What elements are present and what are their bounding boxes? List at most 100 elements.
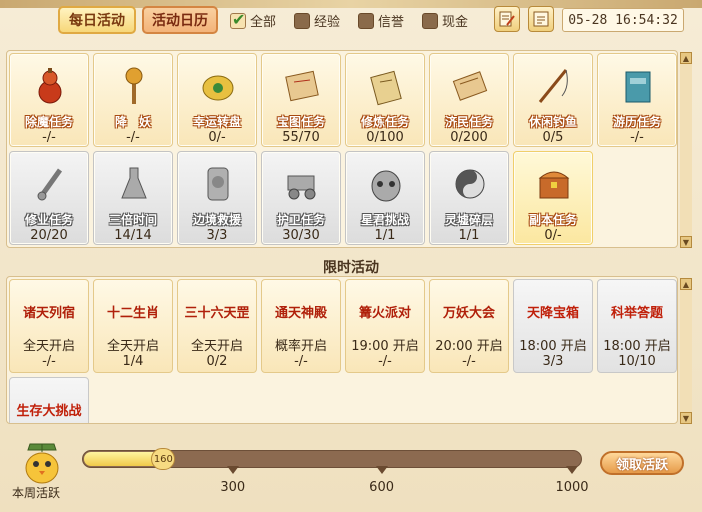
activity-name: 灵墟碎层: [444, 213, 493, 227]
milestone-marker-icon: [566, 466, 578, 474]
activity-progress: 30/30: [282, 228, 320, 243]
weekly-activity-label: 本周活跃: [12, 486, 61, 500]
limited-activity-card[interactable]: 科举答题 18:00 开启 10/10: [597, 279, 677, 373]
scroll-down-icon[interactable]: ▼: [680, 412, 692, 424]
activity-card[interactable]: 护卫任务 30/30: [261, 151, 341, 245]
wheel-icon: [200, 64, 236, 108]
limited-activity-card[interactable]: 万妖大会 20:00 开启 -/-: [429, 279, 509, 373]
activity-name: 幸运转盘: [192, 115, 241, 129]
limited-activity-time: 全天开启: [106, 339, 159, 354]
filter-all[interactable]: 全部: [230, 10, 277, 30]
limited-section-title: 限时活动: [323, 260, 379, 276]
activity-card[interactable]: 三倍时间 14/14: [93, 151, 173, 245]
limited-activity-progress: -/-: [294, 354, 308, 369]
limited-activity-progress: 0/2: [206, 354, 228, 369]
activity-card[interactable]: 修炼任务 0/100: [345, 53, 425, 147]
limited-activity-name: 生存大挑战: [16, 404, 82, 419]
activity-progress: -/-: [630, 130, 644, 145]
activity-card[interactable]: 幸运转盘 0/-: [177, 53, 257, 147]
fishing-rod-icon: [536, 64, 572, 108]
clock-display: 05-28 16:54:32: [562, 8, 684, 32]
limited-activity-card[interactable]: 篝火派对 19:00 开启 -/-: [345, 279, 425, 373]
edit-icon: [499, 11, 515, 27]
checkbox-icon[interactable]: [230, 10, 246, 29]
limited-activity-name: 诸天列宿: [22, 306, 75, 321]
filter-exp[interactable]: 经验: [294, 11, 340, 30]
activity-name: 副本任务: [528, 213, 577, 227]
limited-activity-progress: -/-: [42, 354, 56, 369]
tab-daily-activity[interactable]: 每日活动: [58, 6, 136, 34]
limited-activity-card[interactable]: 十二生肖 全天开启 1/4: [93, 279, 173, 373]
scroll-down-icon[interactable]: ▼: [680, 236, 692, 248]
checkbox-icon[interactable]: [294, 12, 310, 29]
filter-label: 经验: [314, 15, 341, 30]
sword-icon: [32, 162, 68, 206]
limited-activity-card[interactable]: 天降宝箱 18:00 开启 3/3: [513, 279, 593, 373]
daily-grid: 除魔任务 -/- 降 妖 -/- 幸运转盘 0/- 宝图任务 55/70 修炼任务 0/100 济民…: [9, 53, 677, 245]
filter-label: 全部: [250, 15, 277, 30]
limited-activity-name: 十二生肖: [106, 306, 159, 321]
claim-activity-button[interactable]: 领取活跃: [600, 451, 684, 475]
milestone-marker-icon: [226, 466, 239, 474]
daily-activities-panel: 除魔任务 -/- 降 妖 -/- 幸运转盘 0/- 宝图任务 55/70 修炼任务 0/100 济民…: [6, 50, 678, 248]
limited-activity-name: 科举答题: [610, 306, 663, 321]
activity-name: 修炼任务: [360, 115, 409, 129]
limited-activity-card[interactable]: 三十六天罡 全天开启 0/2: [177, 279, 257, 373]
activity-name: 宝图任务: [276, 115, 325, 129]
activity-card[interactable]: 修业任务 20/20: [9, 151, 89, 245]
limited-activity-time: 19:00 开启: [351, 339, 419, 354]
activity-card[interactable]: 灵墟碎层 1/1: [429, 151, 509, 245]
activity-progress: 1/1: [458, 228, 480, 243]
activity-progress: 0/-: [208, 130, 226, 145]
activity-card[interactable]: 边境救援 3/3: [177, 151, 257, 245]
limited-activity-time: 全天开启: [22, 339, 75, 354]
scroll-track[interactable]: [680, 290, 692, 412]
checkbox-icon[interactable]: [422, 12, 438, 29]
filter-cash[interactable]: 现金: [422, 11, 468, 30]
flask-icon: [116, 162, 152, 206]
activity-progress: 14/14: [114, 228, 152, 243]
filter-reputation[interactable]: 信誉: [358, 11, 404, 30]
activity-card[interactable]: 济民任务 0/200: [429, 53, 509, 147]
activity-progress: 0/-: [544, 228, 562, 243]
activity-progress: -/-: [42, 130, 56, 145]
mace-icon: [116, 64, 152, 108]
tab-activity-calendar[interactable]: 活动日历: [142, 6, 218, 34]
demon-mask-icon: [368, 162, 404, 206]
activity-card[interactable]: 星君挑战 1/1: [345, 151, 425, 245]
banner-icon: [200, 162, 236, 206]
scroll-track[interactable]: [680, 64, 692, 236]
limited-activity-time: 18:00 开启: [603, 339, 671, 354]
activity-card[interactable]: 游历任务 -/-: [597, 53, 677, 147]
activity-progress: -/-: [126, 130, 140, 145]
activity-progress: 1/1: [374, 228, 396, 243]
activity-progress: 20/20: [30, 228, 68, 243]
scroll-up-icon[interactable]: ▲: [680, 278, 692, 290]
limited-scrollbar[interactable]: ▲ ▼: [680, 278, 692, 424]
activity-name: 降 妖: [114, 115, 151, 129]
scroll-up-icon[interactable]: ▲: [680, 52, 692, 64]
limited-activity-card[interactable]: 通天神殿 概率开启 -/-: [261, 279, 341, 373]
journal-icon: [620, 64, 656, 108]
activity-name: 休闲钓鱼: [528, 115, 577, 129]
activity-card[interactable]: 降 妖 -/-: [93, 53, 173, 147]
edit-button[interactable]: [494, 6, 520, 32]
daily-scrollbar[interactable]: ▲ ▼: [680, 52, 692, 248]
activity-progress: 0/200: [450, 130, 488, 145]
activity-card[interactable]: 宝图任务 55/70: [261, 53, 341, 147]
yin-yang-icon: [452, 162, 488, 206]
limited-activity-card[interactable]: 生存大挑战: [9, 377, 89, 423]
milestone-label: 1000: [555, 480, 589, 495]
checkbox-icon[interactable]: [358, 12, 374, 29]
limited-activity-name: 三十六天罡: [184, 306, 250, 321]
activity-card[interactable]: 休闲钓鱼 0/5: [513, 53, 593, 147]
limited-activity-progress: 3/3: [542, 354, 564, 369]
limited-activity-card[interactable]: 诸天列宿全天开启 -/-: [9, 279, 89, 373]
activity-name: 三倍时间: [108, 213, 157, 227]
activity-card[interactable]: 副本任务 0/-: [513, 151, 593, 245]
limited-activity-name: 天降宝箱: [526, 306, 579, 321]
activity-card[interactable]: 除魔任务 -/-: [9, 53, 89, 147]
notice-button[interactable]: [528, 6, 554, 32]
chick-mascot-icon: [25, 443, 59, 484]
gourd-icon: [32, 64, 68, 108]
